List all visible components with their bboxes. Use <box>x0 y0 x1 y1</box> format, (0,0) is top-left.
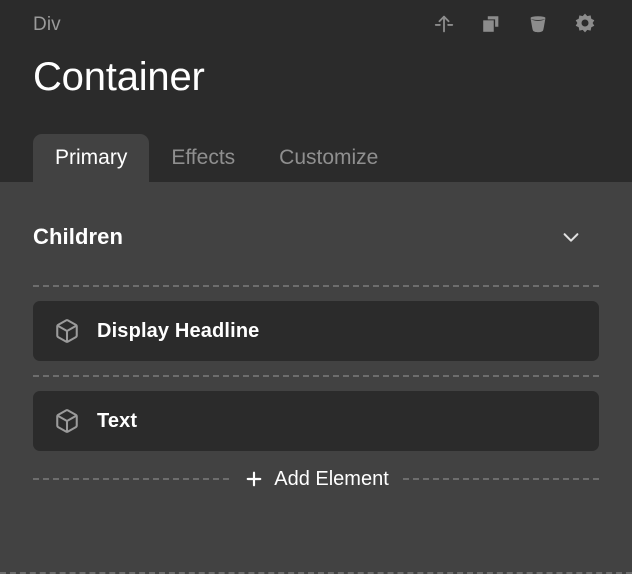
element-inspector-panel: Div Container Primary Effects Customize … <box>0 0 632 574</box>
header-top-row: Div <box>0 0 632 34</box>
breadcrumb: Div <box>33 13 61 35</box>
gear-icon[interactable] <box>572 11 598 37</box>
plus-icon <box>243 468 265 490</box>
item-divider <box>33 375 599 377</box>
list-item[interactable]: Text <box>33 391 599 451</box>
cube-icon <box>53 317 81 345</box>
tab-customize[interactable]: Customize <box>257 134 400 182</box>
section-divider <box>33 285 599 287</box>
cube-icon <box>53 407 81 435</box>
panel-header: Div Container Primary Effects Customize <box>0 0 632 182</box>
duplicate-icon[interactable] <box>478 11 504 37</box>
header-action-buttons <box>431 11 614 37</box>
page-title: Container <box>33 55 205 99</box>
children-section-header[interactable]: Children <box>0 182 632 255</box>
children-list: Display Headline Text <box>0 301 632 451</box>
tab-effects[interactable]: Effects <box>149 134 257 182</box>
panel-content: Children Display Headline Text Add Eleme… <box>0 182 632 574</box>
add-element-content: Add Element <box>229 468 403 490</box>
trash-icon[interactable] <box>525 11 551 37</box>
add-element-button[interactable]: Add Element <box>33 465 600 493</box>
add-element-label: Add Element <box>274 468 389 490</box>
list-item-label: Display Headline <box>97 320 260 342</box>
add-element-divider-left <box>33 478 230 480</box>
insert-above-icon[interactable] <box>431 11 457 37</box>
add-element-divider-right <box>402 478 600 480</box>
tab-primary[interactable]: Primary <box>33 134 150 182</box>
chevron-down-icon[interactable] <box>557 223 585 251</box>
children-section-title: Children <box>33 224 124 249</box>
list-item[interactable]: Display Headline <box>33 301 599 361</box>
tab-bar: Primary Effects Customize <box>0 127 632 182</box>
list-item-label: Text <box>97 410 138 432</box>
